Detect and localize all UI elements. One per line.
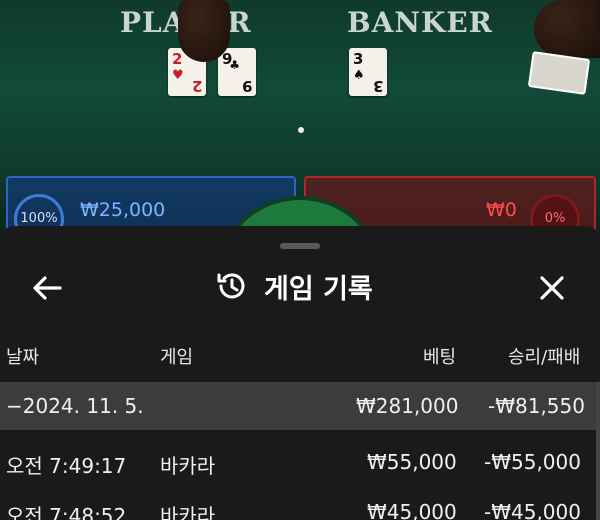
column-header-win-loss: 승리/패배	[508, 347, 581, 368]
table-row[interactable]: 오전 7:49:17 바카라 ₩55,000 -₩55,000	[0, 438, 600, 486]
summary-bet: ₩281,000	[356, 394, 459, 418]
row-bet: ₩55,000	[367, 450, 457, 474]
table-marker	[298, 127, 304, 133]
row-win-loss: -₩45,000	[484, 500, 581, 520]
close-button[interactable]	[532, 268, 572, 308]
row-game: 바카라	[160, 454, 216, 478]
card-shoe	[527, 51, 591, 95]
dealer-hand	[534, 0, 600, 58]
summary-date: −2024. 11. 5.	[6, 394, 144, 418]
history-table-header: 날짜 게임 베팅 승리/패배	[0, 343, 600, 371]
column-header-bet: 베팅	[423, 347, 457, 368]
column-header-date: 날짜	[6, 347, 40, 368]
row-time: 오전 7:48:52	[6, 504, 127, 520]
summary-win-loss: -₩81,550	[488, 394, 585, 418]
history-scrollbar[interactable]	[596, 382, 600, 520]
table-row[interactable]: 오전 7:48:52 바카라 ₩45,000 -₩45,000	[0, 488, 600, 520]
baccarat-table-view: PLAYER BANKER 2 ♥ 2 9 ♣ 9 3 ♠ 3 100% ₩25…	[0, 0, 600, 250]
player-bet-amount: ₩25,000	[80, 199, 166, 221]
sheet-header: 게임 기록	[214, 266, 373, 306]
column-header-game: 게임	[160, 347, 194, 368]
dealer-hand	[178, 0, 230, 62]
back-button[interactable]	[28, 268, 68, 308]
row-game: 바카라	[160, 504, 216, 520]
player-card-2: 9 ♣ 9	[218, 48, 256, 96]
day-summary-row[interactable]: −2024. 11. 5. ₩281,000 -₩81,550	[0, 382, 600, 430]
banker-bet-amount: ₩0	[486, 199, 517, 221]
row-win-loss: -₩55,000	[484, 450, 581, 474]
sheet-title: 게임 기록	[264, 273, 373, 305]
sheet-drag-handle[interactable]	[280, 243, 320, 249]
banker-card-1: 3 ♠ 3	[349, 48, 387, 96]
game-history-sheet: 게임 기록 날짜 게임 베팅 승리/패배 −2024. 11. 5. ₩281,…	[0, 226, 600, 520]
row-bet: ₩45,000	[367, 500, 457, 520]
close-icon	[540, 276, 564, 300]
history-icon	[217, 273, 245, 299]
arrow-left-icon	[33, 276, 62, 300]
banker-zone-label: BANKER	[347, 6, 493, 39]
row-time: 오전 7:49:17	[6, 454, 127, 478]
